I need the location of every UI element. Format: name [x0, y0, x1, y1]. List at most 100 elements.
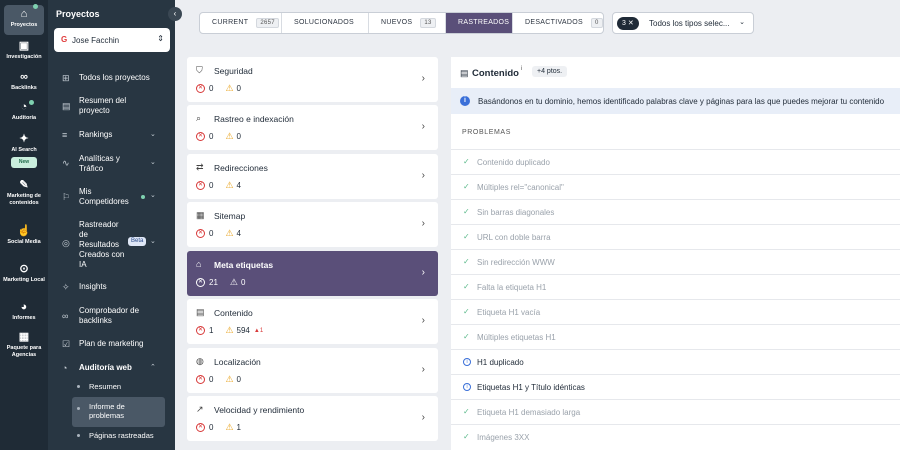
research-icon: ▣ — [18, 40, 30, 52]
problem-label: URL con doble barra — [477, 233, 551, 242]
increase-count: 1 — [259, 327, 264, 334]
tab-solucionados[interactable]: SOLUCIONADOS10 — [282, 13, 369, 33]
nav-item-rastreador-ia[interactable]: ◎ Rastreador de Resultados Creados con I… — [48, 220, 175, 269]
tab-rastreados[interactable]: RASTREADOS — [446, 13, 513, 33]
category-stats: ✕ 0 ⚠ 4 — [196, 228, 241, 239]
thumb-icon: ☝ — [17, 225, 31, 237]
warning-count: 1 — [236, 423, 241, 432]
info-text: Basándonos en tu dominio, hemos identifi… — [478, 97, 885, 106]
category-stats: ✕ 0 ⚠ 1 — [196, 422, 241, 433]
category-card-redirecciones[interactable]: ⇄ Redirecciones ✕ 0 ⚠ 4 › — [187, 154, 438, 199]
problem-row[interactable]: ✓ Falta la etiqueta H1 — [451, 274, 900, 298]
problem-row[interactable]: ✓ Etiqueta H1 vacía — [451, 299, 900, 323]
nav-item-competidores[interactable]: ⚐ Mis Competidores ⌄ — [48, 187, 175, 209]
nav-label: Resumen del proyecto — [79, 96, 127, 115]
problem-row[interactable]: ✓ Etiqueta H1 demasiado larga — [451, 399, 900, 423]
chevron-right-icon: › — [421, 412, 425, 423]
subnav-item-informe-problemas[interactable]: Informe de problemas — [72, 397, 165, 427]
type-filter-select[interactable]: 3 ✕ Todos los tipos selec... ⌄ — [612, 12, 754, 34]
nav-title: Proyectos — [56, 9, 100, 19]
subnav-label: Páginas rastreadas — [89, 431, 154, 440]
selected-count-chip[interactable]: 3 ✕ — [617, 17, 639, 30]
nav-item-resumen-proyecto[interactable]: ▤ Resumen del proyecto — [48, 96, 175, 118]
project-nav: Proyectos G Jose Facchin ⇕ ⊞ Todos los p… — [48, 0, 175, 450]
rail-item-social-media[interactable]: ☝ Social Media — [0, 225, 48, 246]
category-card-seguridad[interactable]: ⛉ Seguridad ✕ 0 ⚠ 0 › — [187, 57, 438, 102]
rail-item-marketing-local[interactable]: ⊙ Marketing Local — [0, 263, 48, 284]
close-icon[interactable]: ✕ — [628, 20, 634, 27]
chevron-down-icon: ⌄ — [150, 131, 156, 138]
tab-current[interactable]: CURRENT 2657 — [200, 13, 282, 33]
problem-row[interactable]: ✓ Contenido duplicado — [451, 149, 900, 173]
category-card-velocidad[interactable]: ↗ Velocidad y rendimiento ✕ 0 ⚠ 1 › — [187, 396, 438, 441]
problem-label: H1 duplicado — [477, 358, 524, 367]
tab-nuevos[interactable]: NUEVOS 13 — [369, 13, 446, 33]
check-icon: ✓ — [463, 157, 470, 166]
check-icon: ✓ — [463, 407, 470, 416]
problem-label: Etiquetas H1 y Título idénticas — [477, 383, 585, 392]
nav-item-comprobador-backlinks[interactable]: ∞ Comprobador de backlinks — [48, 306, 175, 328]
problem-row[interactable]: ✓ Múltiples etiquetas H1 — [451, 324, 900, 348]
chip-count: 3 — [622, 20, 626, 27]
tab-label: DESACTIVADOS — [525, 19, 583, 26]
rail-label: Backlinks — [11, 85, 37, 91]
problem-row[interactable]: i H1 duplicado — [451, 349, 900, 373]
tab-desactivados[interactable]: DESACTIVADOS 0 — [513, 13, 603, 33]
warning-count: 4 — [236, 181, 241, 190]
rail-item-paquete-agencias[interactable]: ▦ Paquete para Agencias — [0, 331, 48, 359]
beta-badge: Beta — [128, 237, 147, 246]
rail-item-marketing-contenidos[interactable]: ✎ Marketing de contenidos — [0, 179, 48, 207]
check-icon: ✓ — [463, 182, 470, 191]
tab-label: CURRENT — [212, 19, 249, 26]
chevron-down-icon: ⌄ — [150, 192, 156, 199]
chevron-right-icon: › — [421, 73, 425, 84]
rail-item-auditoria[interactable]: ◔ Auditoría — [0, 100, 48, 122]
category-title: Meta etiquetas — [214, 260, 274, 270]
category-stats: ✕ 21 ⚠ 0 — [196, 277, 245, 288]
rail-item-investigacion[interactable]: ▣ Investigación — [0, 40, 48, 61]
chevron-right-icon: › — [421, 218, 425, 229]
nav-item-plan-marketing[interactable]: ☑ Plan de marketing — [48, 339, 175, 351]
status-tabs: CURRENT 2657 SOLUCIONADOS10 NUEVOS 13 RAST… — [199, 12, 604, 34]
problem-row[interactable]: i Etiquetas H1 y Título idénticas — [451, 374, 900, 398]
subnav-item-resumen[interactable]: Resumen — [72, 382, 165, 394]
chevron-right-icon: › — [421, 170, 425, 181]
category-card-rastreo[interactable]: ⌕ Rastreo e indexación ✕ 0 ⚠ 0 › — [187, 105, 438, 150]
category-card-localizacion[interactable]: ◍ Localización ✕ 0 ⚠ 0 › — [187, 348, 438, 393]
project-selector[interactable]: G Jose Facchin ⇕ — [54, 28, 170, 52]
warning-count: 594 — [236, 326, 250, 335]
nav-item-todos-proyectos[interactable]: ⊞ Todos los proyectos — [48, 73, 175, 85]
search-icon: ⌕ — [196, 113, 202, 123]
error-icon: ✕ — [196, 375, 205, 384]
pie-icon: ◕ — [20, 301, 28, 313]
problem-row[interactable]: ✓ URL con doble barra — [451, 224, 900, 248]
category-card-contenido[interactable]: ▤ Contenido ✕ 1 ⚠ 594 ▲1 › — [187, 299, 438, 344]
redirect-icon: ⇄ — [196, 162, 204, 172]
plan-icon: ☑ — [62, 339, 71, 349]
subnav-item-paginas-rastreadas[interactable]: Páginas rastreadas — [72, 431, 165, 443]
problem-row[interactable]: ✓ Sin barras diagonales — [451, 199, 900, 223]
nav-label: Mis Competidores — [79, 187, 129, 206]
problem-row[interactable]: ✓ Sin redirección WWW — [451, 249, 900, 273]
rail-item-proyectos[interactable]: ⌂ Proyectos — [4, 4, 44, 35]
info-icon: i — [463, 358, 471, 366]
nav-item-auditoria-web[interactable]: ◔ Auditoría web ⌃ — [48, 363, 175, 375]
collapse-sidebar-button[interactable]: ‹ — [168, 7, 182, 21]
nav-item-insights[interactable]: ✧ Insights — [48, 282, 175, 294]
category-stats: ✕ 1 ⚠ 594 ▲1 — [196, 325, 263, 336]
category-card-meta-etiquetas[interactable]: ⌂ Meta etiquetas ✕ 21 ⚠ 0 › — [187, 251, 438, 296]
problem-row[interactable]: ✓ Imágenes 3XX — [451, 424, 900, 448]
rail-item-informes[interactable]: ◕ Informes — [0, 301, 48, 322]
nav-item-rankings[interactable]: ≡ Rankings ⌄ — [48, 130, 175, 142]
info-icon[interactable]: i — [521, 66, 522, 72]
error-count: 0 — [209, 181, 214, 190]
category-card-sitemap[interactable]: ▦ Sitemap ✕ 0 ⚠ 4 › — [187, 202, 438, 247]
rail-item-backlinks[interactable]: ∞ Backlinks — [0, 71, 48, 92]
check-icon: ✓ — [463, 282, 470, 291]
nav-item-analiticas[interactable]: ∿ Analíticas y Tráfico ⌄ — [48, 154, 175, 176]
error-count: 0 — [209, 229, 214, 238]
project-name: Jose Facchin — [72, 36, 120, 45]
problem-row[interactable]: ✓ Múltiples rel="canonical" — [451, 174, 900, 198]
error-icon: ✕ — [196, 229, 205, 238]
rail-item-ai-search[interactable]: ✦ AI Search New — [0, 133, 48, 168]
